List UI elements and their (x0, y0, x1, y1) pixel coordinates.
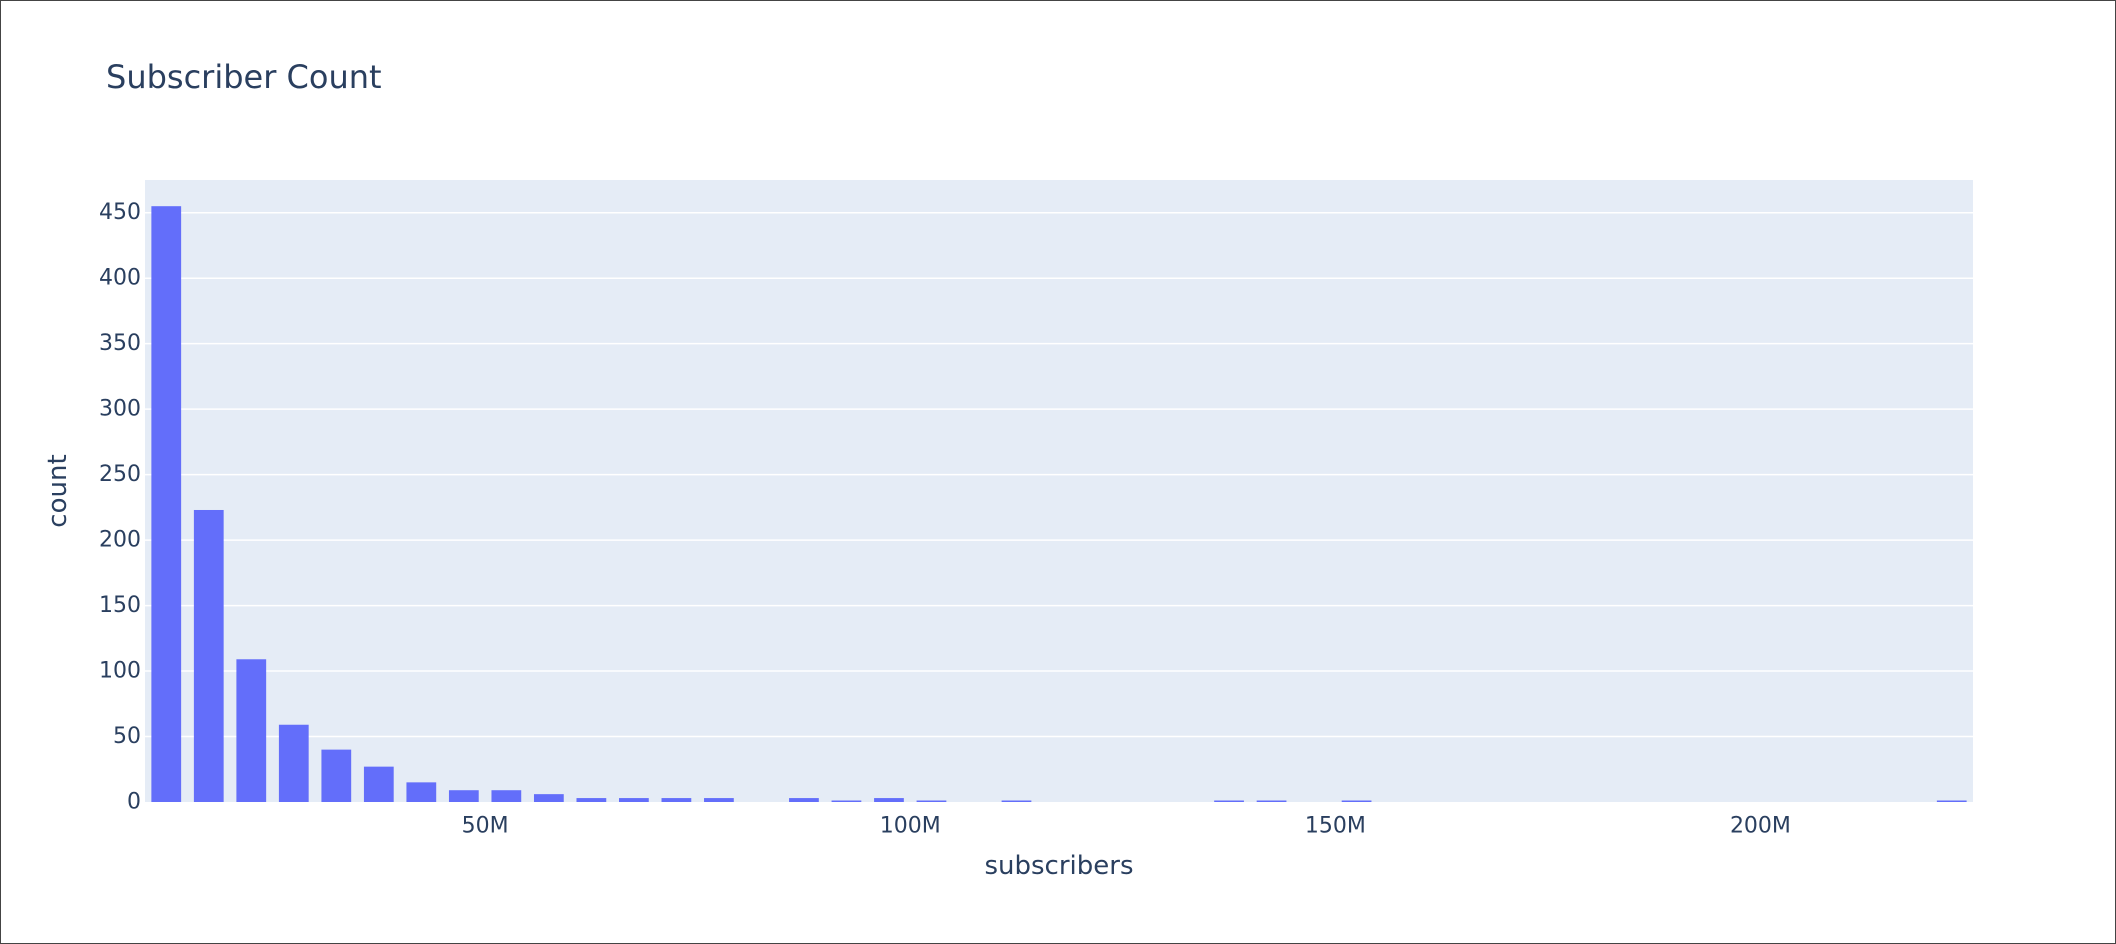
y-tick-label: 50 (113, 724, 141, 749)
x-axis-title: subscribers (984, 851, 1133, 881)
histogram-bar (619, 798, 649, 802)
histogram-bar (151, 206, 182, 803)
plot-area (145, 180, 1973, 802)
x-tick-label: 100M (880, 814, 941, 839)
y-tick-label: 200 (99, 528, 141, 553)
histogram-bar (704, 798, 734, 802)
histogram-bar (193, 509, 224, 802)
x-tick-label: 50M (462, 814, 509, 839)
histogram-bar (916, 800, 947, 802)
histogram-bar (406, 782, 437, 802)
x-axis-ticks: 50M 100M 150M 200M (462, 814, 1791, 839)
y-tick-label: 100 (99, 659, 141, 684)
y-axis-ticks: 0 50 100 150 200 250 300 350 400 450 (99, 200, 141, 814)
histogram-bar (1341, 800, 1372, 802)
histogram-bar (491, 790, 522, 802)
histogram-bar (236, 659, 267, 802)
histogram-bar (1936, 800, 1967, 802)
x-tick-label: 150M (1305, 814, 1366, 839)
y-tick-label: 400 (99, 266, 141, 291)
histogram-bar (1001, 800, 1032, 802)
histogram-bar (1256, 800, 1287, 802)
histogram-chart: 0 50 100 150 200 250 300 350 400 450 50M 100M 150M 2… (43, 180, 1973, 881)
y-axis-title: count (43, 454, 73, 527)
y-tick-label: 300 (99, 397, 141, 422)
histogram-bar (874, 798, 904, 802)
histogram-bar (789, 798, 819, 802)
histogram-bar (576, 798, 607, 802)
y-tick-label: 350 (99, 331, 141, 356)
y-tick-label: 450 (99, 200, 141, 225)
y-tick-label: 0 (127, 790, 141, 815)
histogram-bar (448, 790, 479, 802)
histogram-bar (321, 749, 352, 802)
histogram-bar (533, 794, 564, 802)
histogram-bar (278, 724, 309, 802)
y-tick-label: 250 (99, 462, 141, 487)
histogram-bar (831, 800, 862, 802)
x-tick-label: 200M (1730, 814, 1791, 839)
histogram-bar (1214, 800, 1244, 802)
y-tick-label: 150 (99, 593, 141, 618)
histogram-bar (661, 798, 692, 802)
histogram-bar (363, 766, 394, 802)
